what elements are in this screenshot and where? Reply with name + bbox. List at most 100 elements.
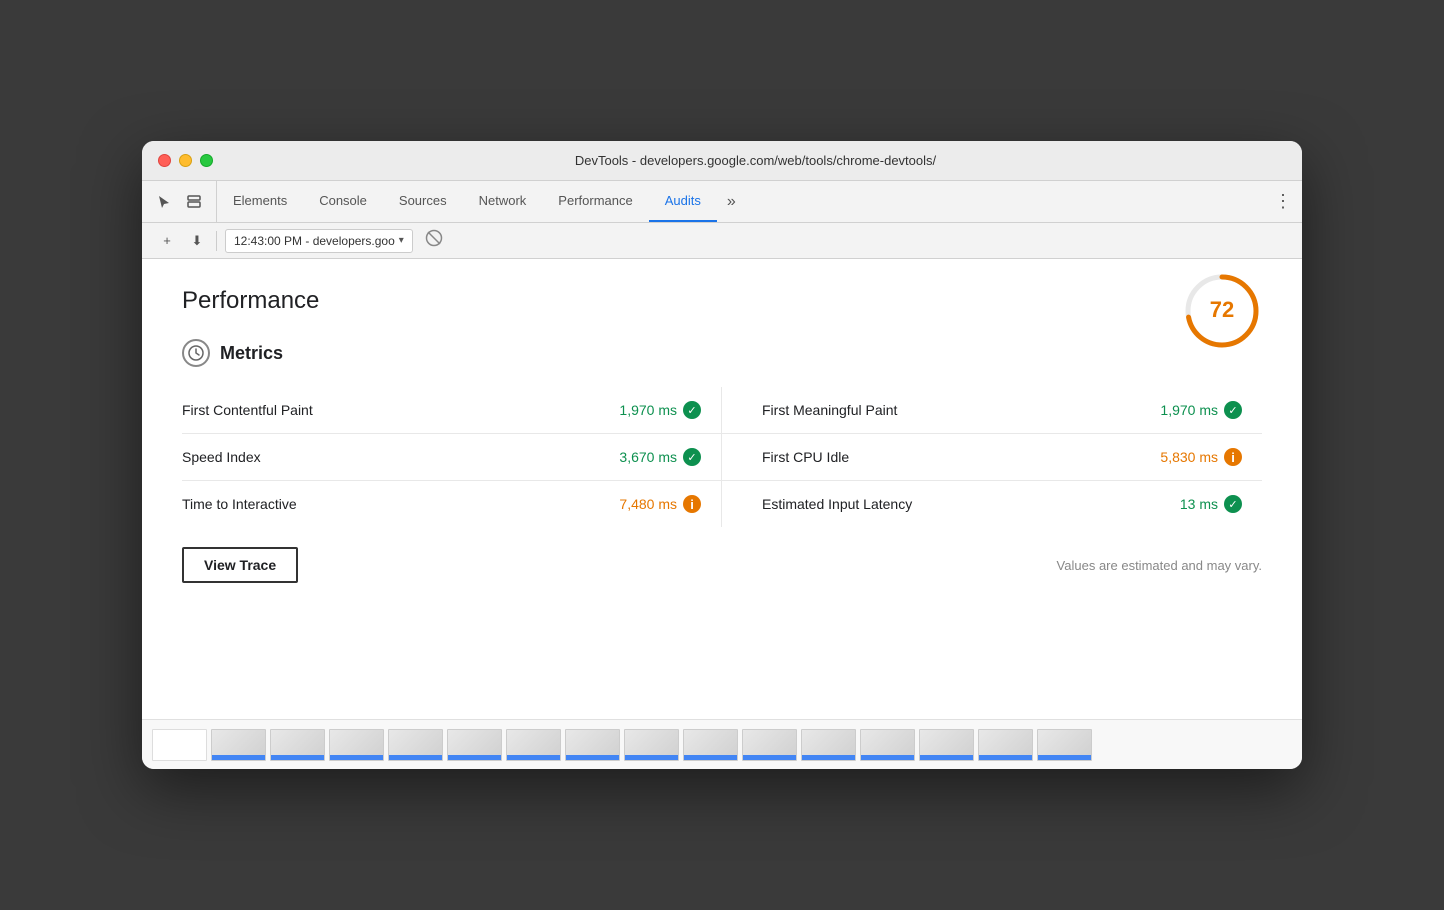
filmstrip-item xyxy=(329,729,384,761)
filmstrip-thumb xyxy=(565,729,620,761)
filmstrip-item xyxy=(506,729,561,761)
tab-network[interactable]: Network xyxy=(463,181,543,222)
download-button[interactable]: ⬇ xyxy=(186,230,208,252)
filmstrip-thumb xyxy=(1037,729,1092,761)
metrics-icon xyxy=(182,339,210,367)
view-trace-section: View Trace Values are estimated and may … xyxy=(182,547,1262,583)
minimize-button[interactable] xyxy=(179,154,192,167)
traffic-lights xyxy=(158,154,213,167)
filmstrip-item xyxy=(742,729,797,761)
status-check-icon: ✓ xyxy=(1224,401,1242,419)
metric-name: Speed Index xyxy=(182,449,261,465)
cursor-icon[interactable] xyxy=(152,190,176,214)
filmstrip-item xyxy=(388,729,443,761)
devtools-window: DevTools - developers.google.com/web/too… xyxy=(142,141,1302,769)
status-check-icon: ✓ xyxy=(683,401,701,419)
filmstrip-thumb-blank xyxy=(152,729,207,761)
metrics-grid: First Contentful Paint 1,970 ms ✓ First … xyxy=(182,387,1262,527)
metric-speed-index: Speed Index 3,670 ms ✓ xyxy=(182,434,722,481)
metric-name: Estimated Input Latency xyxy=(762,496,912,512)
performance-section: 72 Performance Metrics First Contentf xyxy=(182,287,1262,583)
separator xyxy=(216,231,217,251)
filmstrip-item xyxy=(565,729,620,761)
metric-value-group: 3,670 ms ✓ xyxy=(619,448,701,466)
metric-value: 7,480 ms xyxy=(619,496,677,512)
filmstrip-thumb xyxy=(919,729,974,761)
filmstrip xyxy=(142,719,1302,769)
status-check-icon: ✓ xyxy=(683,448,701,466)
metric-value-group: 1,970 ms ✓ xyxy=(1160,401,1242,419)
filmstrip-item xyxy=(152,729,207,761)
status-info-icon: i xyxy=(1224,448,1242,466)
metric-name: First CPU Idle xyxy=(762,449,849,465)
filmstrip-thumb xyxy=(860,729,915,761)
filmstrip-item xyxy=(683,729,738,761)
metrics-header: Metrics xyxy=(182,339,1262,367)
filmstrip-item xyxy=(270,729,325,761)
metric-value-group: 1,970 ms ✓ xyxy=(619,401,701,419)
section-title: Performance xyxy=(182,287,1262,315)
metric-value: 5,830 ms xyxy=(1160,449,1218,465)
metric-first-meaningful-paint: First Meaningful Paint 1,970 ms ✓ xyxy=(722,387,1262,434)
tab-more-button[interactable]: » xyxy=(717,181,746,222)
window-title: DevTools - developers.google.com/web/too… xyxy=(225,153,1286,168)
filmstrip-item xyxy=(919,729,974,761)
filmstrip-item xyxy=(860,729,915,761)
filmstrip-thumb xyxy=(742,729,797,761)
url-dropdown-arrow: ▾ xyxy=(399,235,404,246)
metric-value: 1,970 ms xyxy=(1160,402,1218,418)
filmstrip-thumb xyxy=(447,729,502,761)
filmstrip-thumb xyxy=(329,729,384,761)
maximize-button[interactable] xyxy=(200,154,213,167)
metric-value: 1,970 ms xyxy=(619,402,677,418)
filmstrip-item xyxy=(211,729,266,761)
filmstrip-thumb xyxy=(624,729,679,761)
devtools-menu-button[interactable]: ⋮ xyxy=(1264,181,1302,222)
status-info-icon: i xyxy=(683,495,701,513)
tab-performance[interactable]: Performance xyxy=(542,181,648,222)
filmstrip-thumb xyxy=(978,729,1033,761)
estimated-note: Values are estimated and may vary. xyxy=(1057,558,1262,573)
metric-value-group: 5,830 ms i xyxy=(1160,448,1242,466)
secondary-toolbar: + ⬇ 12:43:00 PM - developers.goo ▾ xyxy=(142,223,1302,259)
filmstrip-item xyxy=(1037,729,1092,761)
metric-name: First Meaningful Paint xyxy=(762,402,897,418)
view-trace-button[interactable]: View Trace xyxy=(182,547,298,583)
metric-first-cpu-idle: First CPU Idle 5,830 ms i xyxy=(722,434,1262,481)
status-check-icon: ✓ xyxy=(1224,495,1242,513)
add-button[interactable]: + xyxy=(156,230,178,252)
metric-time-to-interactive: Time to Interactive 7,480 ms i xyxy=(182,481,722,527)
metric-value: 13 ms xyxy=(1180,496,1218,512)
layers-icon[interactable] xyxy=(182,190,206,214)
tab-sources[interactable]: Sources xyxy=(383,181,463,222)
filmstrip-item xyxy=(978,729,1033,761)
metric-estimated-input-latency: Estimated Input Latency 13 ms ✓ xyxy=(722,481,1262,527)
toolbar-icons xyxy=(142,181,217,222)
filmstrip-item xyxy=(624,729,679,761)
metric-value: 3,670 ms xyxy=(619,449,677,465)
filmstrip-thumb xyxy=(801,729,856,761)
svg-text:72: 72 xyxy=(1210,297,1234,322)
no-throttle-icon[interactable] xyxy=(425,229,443,252)
filmstrip-thumb xyxy=(506,729,561,761)
filmstrip-item xyxy=(447,729,502,761)
filmstrip-item xyxy=(801,729,856,761)
url-text: 12:43:00 PM - developers.goo xyxy=(234,234,395,248)
tab-console[interactable]: Console xyxy=(303,181,383,222)
title-bar: DevTools - developers.google.com/web/too… xyxy=(142,141,1302,181)
filmstrip-thumb xyxy=(270,729,325,761)
url-selector[interactable]: 12:43:00 PM - developers.goo ▾ xyxy=(225,229,413,253)
tab-audits[interactable]: Audits xyxy=(649,181,717,222)
metric-value-group: 13 ms ✓ xyxy=(1180,495,1242,513)
score-circle: 72 xyxy=(1182,271,1262,351)
tab-elements[interactable]: Elements xyxy=(217,181,303,222)
tab-list: Elements Console Sources Network Perform… xyxy=(217,181,1264,222)
filmstrip-thumb xyxy=(388,729,443,761)
metric-first-contentful-paint: First Contentful Paint 1,970 ms ✓ xyxy=(182,387,722,434)
close-button[interactable] xyxy=(158,154,171,167)
metric-name: Time to Interactive xyxy=(182,496,297,512)
filmstrip-thumb xyxy=(683,729,738,761)
filmstrip-thumb xyxy=(211,729,266,761)
devtools-tabs: Elements Console Sources Network Perform… xyxy=(142,181,1302,223)
metric-name: First Contentful Paint xyxy=(182,402,313,418)
